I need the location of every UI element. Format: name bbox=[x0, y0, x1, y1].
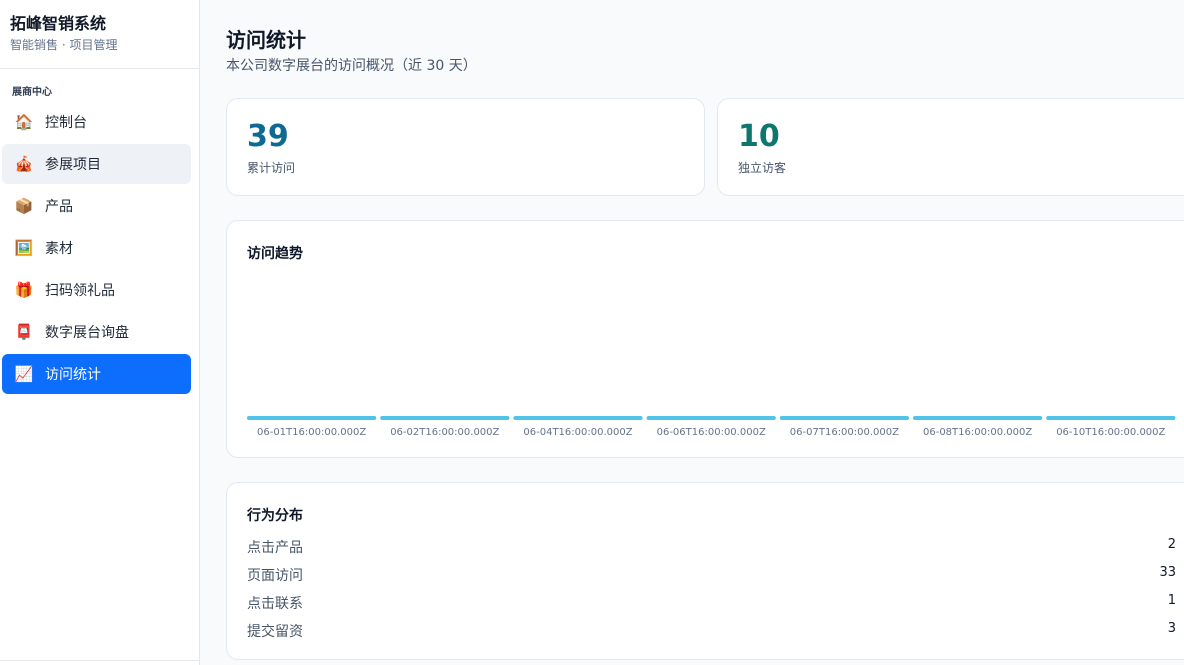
behavior-value: 1 bbox=[1167, 593, 1176, 608]
sidebar-item-label: 数字展台询盘 bbox=[45, 325, 129, 341]
chart-tick-label: 06-06T16:00:00.000Z bbox=[657, 427, 766, 438]
behavior-label: 点击联系 bbox=[247, 596, 303, 612]
package-icon: 📦 bbox=[14, 197, 34, 215]
sidebar: 拓峰智销系统 智能销售 · 项目管理 展商中心 🏠 控制台 🎪 参展项目 📦 产品 🖼️ 素材… bbox=[0, 0, 200, 665]
sidebar-item-label: 控制台 bbox=[45, 115, 87, 131]
stat-card-total-visits: 39 累计访问 bbox=[226, 98, 705, 196]
tent-icon: 🎪 bbox=[14, 155, 34, 173]
behavior-label: 提交留资 bbox=[247, 624, 303, 640]
sidebar-item-label: 参展项目 bbox=[45, 157, 101, 173]
behavior-row: 页面访问 33 bbox=[247, 565, 1176, 585]
sidebar-item-6[interactable]: 📈 访问统计 bbox=[2, 354, 191, 394]
chart-tick-label: 06-07T16:00:00.000Z bbox=[790, 427, 899, 438]
behavior-value: 33 bbox=[1159, 565, 1176, 580]
inbox-icon: 📮 bbox=[14, 323, 34, 341]
page-subtitle: 本公司数字展台的访问概况（近 30 天） bbox=[226, 58, 477, 74]
behavior-value: 3 bbox=[1167, 621, 1176, 636]
brand-subtitle: 智能销售 · 项目管理 bbox=[10, 38, 118, 52]
stat-label: 独立访客 bbox=[738, 161, 787, 175]
behavior-value: 2 bbox=[1167, 537, 1176, 552]
chart-tick-label: 06-08T16:00:00.000Z bbox=[923, 427, 1032, 438]
stat-card-unique-visitors: 10 独立访客 bbox=[717, 98, 1184, 196]
sidebar-item-label: 产品 bbox=[45, 199, 73, 215]
house-icon: 🏠 bbox=[14, 113, 34, 131]
behavior-title: 行为分布 bbox=[247, 508, 303, 524]
trend-chart: 06-01T16:00:00.000Z 06-02T16:00:00.000Z 06… bbox=[247, 416, 1176, 438]
trend-chart-card: 访问趋势 06-01T16:00:00.000Z 06-02T16:00:00.0… bbox=[226, 220, 1184, 458]
sidebar-item-3[interactable]: 🖼️ 素材 bbox=[2, 228, 191, 268]
chart-bar bbox=[913, 416, 1043, 420]
sidebar-divider bbox=[0, 660, 200, 661]
sidebar-item-label: 访问统计 bbox=[45, 367, 101, 383]
chart-tick-label: 06-02T16:00:00.000Z bbox=[390, 427, 499, 438]
stat-label: 累计访问 bbox=[247, 161, 296, 175]
sidebar-item-4[interactable]: 🎁 扫码领礼品 bbox=[2, 270, 191, 310]
chart-tick-label: 06-01T16:00:00.000Z bbox=[257, 427, 366, 438]
sidebar-item-1[interactable]: 🎪 参展项目 bbox=[2, 144, 191, 184]
sidebar-item-2[interactable]: 📦 产品 bbox=[2, 186, 191, 226]
gift-icon: 🎁 bbox=[14, 281, 34, 299]
chart-bar bbox=[1046, 416, 1176, 420]
chart-bar bbox=[247, 416, 377, 420]
chart-bar bbox=[513, 416, 643, 420]
nav-section-label: 展商中心 bbox=[12, 87, 52, 98]
behavior-row: 提交留资 3 bbox=[247, 621, 1176, 641]
behavior-row: 点击产品 2 bbox=[247, 537, 1176, 557]
sidebar-item-5[interactable]: 📮 数字展台询盘 bbox=[2, 312, 191, 352]
brand: 拓峰智销系统 智能销售 · 项目管理 bbox=[0, 0, 199, 69]
chart-tick-label: 06-04T16:00:00.000Z bbox=[523, 427, 632, 438]
page-title: 访问统计 bbox=[226, 28, 306, 52]
behavior-card: 行为分布 点击产品 2 页面访问 33 点击联系 1 提交留资 3 bbox=[226, 482, 1184, 660]
chart-bar bbox=[380, 416, 510, 420]
chart-bar bbox=[779, 416, 909, 420]
sidebar-nav: 🏠 控制台 🎪 参展项目 📦 产品 🖼️ 素材 🎁 扫码领礼品 📮 数字展台询盘 📈 访问统计 bbox=[0, 102, 199, 394]
picture-icon: 🖼️ bbox=[14, 239, 34, 257]
behavior-row: 点击联系 1 bbox=[247, 593, 1176, 613]
stat-value: 10 bbox=[738, 119, 780, 154]
chart-bar bbox=[646, 416, 776, 420]
behavior-label: 页面访问 bbox=[247, 568, 303, 584]
sidebar-item-label: 素材 bbox=[45, 241, 73, 257]
sidebar-item-0[interactable]: 🏠 控制台 bbox=[2, 102, 191, 142]
behavior-label: 点击产品 bbox=[247, 540, 303, 556]
chart-increasing-icon: 📈 bbox=[14, 365, 34, 383]
chart-tick-label: 06-10T16:00:00.000Z bbox=[1056, 427, 1165, 438]
sidebar-item-label: 扫码领礼品 bbox=[45, 283, 115, 299]
brand-title: 拓峰智销系统 bbox=[10, 14, 107, 33]
main-content: 访问统计 本公司数字展台的访问概况（近 30 天） 39 累计访问 10 独立访… bbox=[201, 0, 1184, 665]
stat-value: 39 bbox=[247, 119, 289, 154]
